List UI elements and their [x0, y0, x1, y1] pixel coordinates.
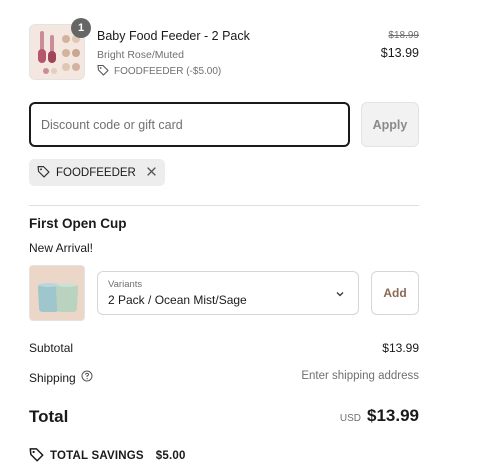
currency-code: USD: [339, 413, 361, 424]
applied-discount-tag: FOODFEEDER: [29, 159, 165, 186]
section-divider: [29, 205, 419, 206]
upsell-title: First Open Cup: [29, 216, 127, 231]
applied-code-text: FOODFEEDER: [56, 166, 136, 179]
savings-amount: $5.00: [155, 450, 186, 462]
total-label: Total: [29, 407, 69, 426]
total-amount-group: USD $13.99: [340, 406, 419, 426]
upsell-subtitle: New Arrival!: [29, 241, 94, 255]
shipping-label: Shipping: [29, 370, 93, 385]
shipping-value: Enter shipping address: [301, 370, 419, 382]
discount-code-input[interactable]: [29, 102, 350, 147]
help-icon[interactable]: [81, 370, 93, 385]
cart-line-item: 1 Baby Food Feeder - 2 Pack Bright Rose/…: [29, 18, 419, 82]
close-icon[interactable]: [146, 165, 157, 180]
upsell-product-image: [29, 265, 85, 321]
line-discount: FOODFEEDER (-$5.00): [97, 64, 221, 79]
apply-button[interactable]: Apply: [361, 102, 419, 147]
line-discount-text: FOODFEEDER (-$5.00): [114, 66, 222, 77]
subtotal-value: $13.99: [382, 341, 419, 355]
discounted-price: $13.99: [380, 46, 419, 60]
subtotal-label-text: Subtotal: [29, 341, 74, 355]
product-variant: Bright Rose/Muted: [97, 49, 184, 61]
total-amount: $13.99: [367, 406, 419, 425]
variant-select[interactable]: Variants 2 Pack / Ocean Mist/Sage: [97, 271, 359, 315]
original-price: $18.99: [388, 30, 419, 41]
tag-icon: [29, 447, 44, 465]
total-savings: TOTAL SAVINGS $5.00: [29, 447, 186, 465]
quantity-badge: 1: [71, 18, 91, 38]
tag-icon: [97, 64, 109, 79]
tag-icon: [37, 165, 50, 181]
savings-label: TOTAL SAVINGS: [50, 450, 144, 462]
variant-select-label: Variants: [108, 279, 143, 290]
add-upsell-button[interactable]: Add: [371, 271, 419, 315]
shipping-label-text: Shipping: [29, 370, 76, 385]
subtotal-label: Subtotal: [29, 341, 73, 355]
chevron-down-icon: [334, 287, 346, 305]
variant-select-value: 2 Pack / Ocean Mist/Sage: [108, 293, 247, 307]
product-title: Baby Food Feeder - 2 Pack: [97, 29, 250, 43]
